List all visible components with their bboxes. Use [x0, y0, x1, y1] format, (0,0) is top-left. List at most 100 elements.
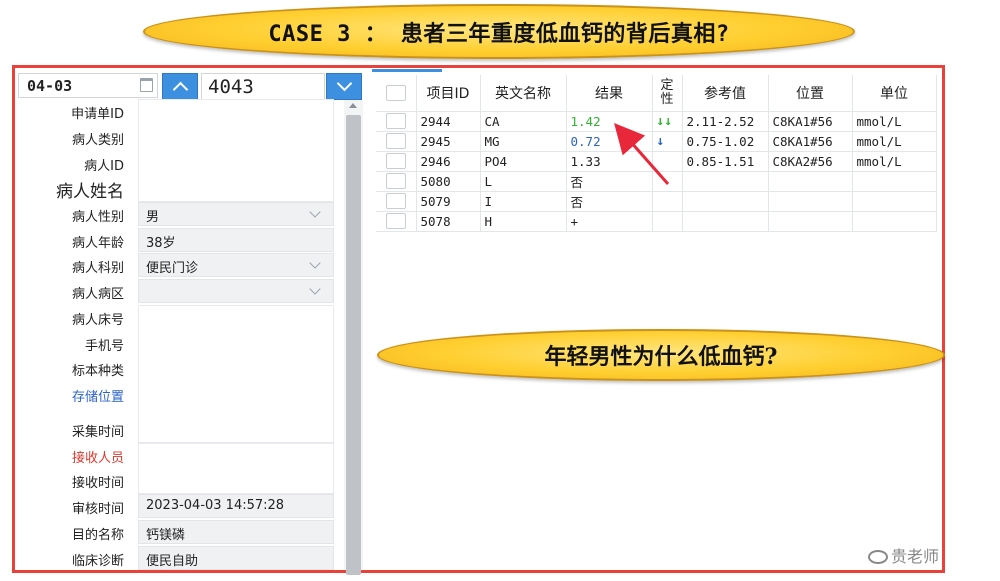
cell-pos: C8KA1#56 [768, 111, 853, 132]
chevron-down-icon[interactable] [309, 257, 321, 269]
field-input-area[interactable] [138, 99, 334, 202]
cell-ref: 0.85-1.51 [682, 151, 769, 172]
cell-id: 2945 [416, 131, 481, 152]
cell-ref [682, 211, 769, 232]
cell-unit [852, 211, 937, 232]
cell-id: 2946 [416, 151, 481, 172]
record-navigator: 04-03 4043 [16, 71, 366, 100]
col-header-unit[interactable]: 单位 [852, 75, 937, 112]
field-input[interactable]: 便民自助 [138, 546, 334, 570]
watermark: 贵老师 [868, 543, 939, 567]
scroll-up-icon[interactable] [349, 103, 357, 108]
question-banner-text: 年轻男性为什么低血钙? [544, 344, 778, 370]
field-select[interactable] [138, 279, 334, 303]
cell-pos [768, 211, 853, 232]
cell-unit [852, 191, 937, 212]
calendar-icon[interactable] [140, 78, 153, 92]
row-select-cell [376, 131, 417, 152]
chevron-down-icon[interactable] [309, 283, 321, 295]
cell-id: 5080 [416, 171, 481, 192]
col-header-reference[interactable]: 参考值 [682, 75, 769, 112]
row-select-cell [376, 111, 417, 132]
field-select[interactable]: 男 [138, 202, 334, 226]
field-label: 标本种类 [71, 364, 124, 379]
wechat-icon [868, 550, 888, 564]
table-header-row: 项目ID 英文名称 结果 定性 参考值 位置 单位 [376, 75, 937, 112]
cell-unit: mmol/L [852, 131, 937, 152]
cell-ref [682, 171, 769, 192]
row-checkbox[interactable] [385, 153, 406, 169]
col-header-qualitative-bottom: 性 [660, 91, 674, 107]
field-label: 接收人员 [71, 451, 124, 466]
field-label: 病人类别 [71, 133, 124, 148]
field-label: 病人科别 [71, 261, 124, 276]
chevron-down-icon [336, 75, 352, 92]
field-input[interactable]: 2023-04-03 14:57:28 [138, 494, 334, 518]
previous-record-button[interactable] [162, 73, 198, 100]
field-label: 手机号 [84, 339, 124, 354]
col-header-position[interactable]: 位置 [768, 75, 853, 112]
field-label: 采集时间 [71, 425, 124, 440]
select-all-checkbox[interactable] [385, 84, 406, 101]
date-value: 04-03 [27, 77, 73, 95]
cell-pos: C8KA1#56 [768, 131, 853, 152]
cell-result: 否 [566, 191, 653, 212]
field-label: 申请单ID [71, 107, 124, 122]
chevron-down-icon[interactable] [309, 206, 321, 218]
field-label: 存储位置 [71, 390, 124, 405]
patient-info-panel: 04-03 4043 申请单ID 病人类别病人ID 病人姓名病人性别 男病人年龄 38岁… [16, 69, 366, 575]
row-select-cell [376, 211, 417, 232]
field-input[interactable]: 38岁 [138, 228, 334, 252]
col-header-name[interactable]: 英文名称 [480, 75, 567, 112]
cell-ref [682, 191, 769, 212]
col-header-qualitative-top: 定 [660, 77, 674, 93]
cell-name: CA [480, 111, 567, 132]
cell-unit [852, 171, 937, 192]
col-header-id[interactable]: 项目ID [416, 75, 481, 112]
col-header-result[interactable]: 结果 [566, 75, 653, 112]
field-label: 目的名称 [71, 528, 124, 543]
col-header-qualitative[interactable]: 定性 [652, 75, 683, 112]
cell-name: H [480, 211, 567, 232]
table-row[interactable]: 5079 I 否 [376, 191, 937, 212]
field-label: 病人床号 [71, 313, 124, 328]
cell-id: 5079 [416, 191, 481, 212]
field-label: 病人姓名 [56, 182, 124, 202]
row-checkbox[interactable] [385, 113, 406, 129]
record-number-field[interactable]: 4043 [201, 73, 325, 100]
title-banner: CASE 3 ： 患者三年重度低血钙的背后真相? [143, 4, 855, 59]
form-row: 病人科别 便民门诊 [16, 253, 336, 278]
cell-flag [652, 211, 683, 232]
watermark-text: 贵老师 [891, 547, 940, 566]
date-field[interactable]: 04-03 [18, 73, 158, 98]
scroll-thumb[interactable] [346, 115, 361, 575]
field-label: 临床诊断 [71, 554, 124, 569]
row-checkbox[interactable] [385, 213, 406, 229]
table-row[interactable]: 5078 H + [376, 211, 937, 232]
title-banner-text: CASE 3 ： 患者三年重度低血钙的背后真相? [268, 21, 730, 47]
row-checkbox[interactable] [385, 193, 406, 209]
form-scrollbar[interactable] [344, 100, 363, 575]
field-input[interactable]: 钙镁磷 [138, 520, 334, 544]
field-label: 病人年龄 [71, 236, 124, 251]
next-record-button[interactable] [326, 73, 362, 100]
cell-id: 5078 [416, 211, 481, 232]
row-select-cell [376, 151, 417, 172]
cell-result: + [566, 211, 653, 232]
field-label: 病人性别 [71, 210, 124, 225]
cell-pos [768, 191, 853, 212]
cell-flag [652, 191, 683, 212]
field-input-area[interactable] [138, 443, 334, 494]
row-checkbox[interactable] [385, 173, 406, 189]
row-select-cell [376, 191, 417, 212]
active-tab-indicator [372, 69, 442, 72]
field-value: 男 [146, 210, 160, 225]
form-row: 病人性别 男 [16, 202, 336, 227]
field-value: 38岁 [146, 236, 176, 251]
field-select[interactable]: 便民门诊 [138, 253, 334, 277]
row-checkbox[interactable] [385, 133, 406, 149]
form-row: 目的名称 钙镁磷 [16, 520, 336, 545]
form-row: 病人病区 [16, 279, 336, 304]
field-label: 病人ID [84, 159, 124, 174]
field-input-area[interactable] [138, 305, 334, 443]
